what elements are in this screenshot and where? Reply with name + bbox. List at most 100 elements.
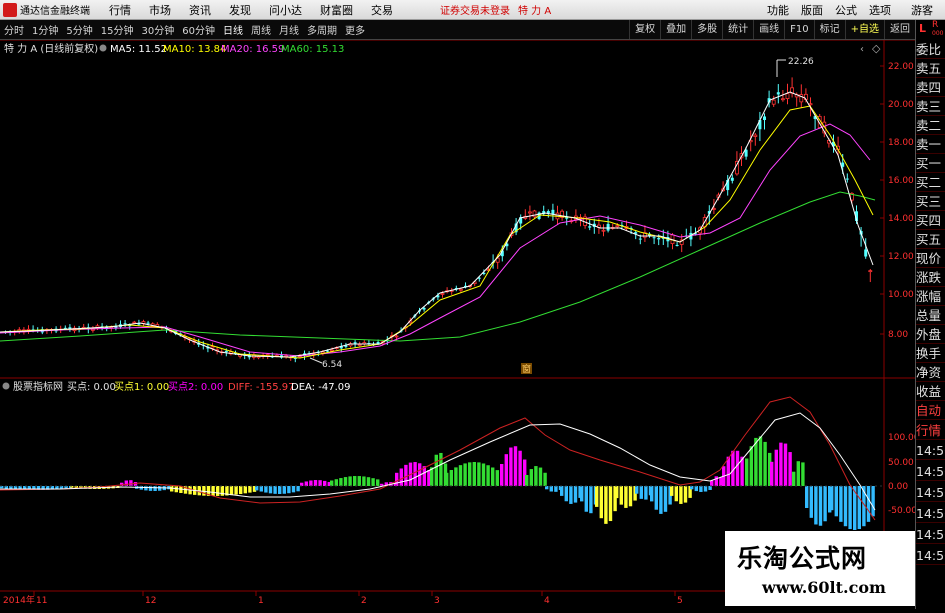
histogram-bar: [694, 486, 698, 492]
price-axis: 22.00 20.00 18.00 16.00 14.00 12.00 10.0…: [888, 62, 914, 340]
histogram-bar: [708, 486, 712, 490]
mark-button[interactable]: 标记: [813, 20, 845, 39]
back-button[interactable]: 返回: [884, 20, 915, 39]
histogram-bar: [809, 486, 813, 518]
period-5min[interactable]: 5分钟: [62, 22, 96, 37]
panel-item: 外盘: [916, 325, 945, 344]
panel-item: 14:50: [916, 506, 945, 523]
legend-settings-icon[interactable]: [99, 44, 107, 52]
period-1min[interactable]: 1分钟: [28, 22, 62, 37]
toolbar-right-group: 复权 叠加 多股 统计 画线 F10 标记 +自选 返回: [629, 20, 915, 39]
ma10-legend: MA10: 13.84: [163, 44, 226, 55]
histogram-bar: [871, 486, 875, 517]
indicator-settings-icon[interactable]: [2, 382, 10, 390]
candle-body: [601, 229, 606, 232]
histogram-bar: [509, 447, 513, 486]
ma60-legend: MA60: 15.13: [281, 44, 344, 55]
candle-body: [808, 103, 813, 106]
panel-item: 委比: [916, 40, 945, 59]
histogram-bar: [543, 472, 547, 486]
candle-body: [776, 92, 780, 95]
histogram-bar: [580, 486, 584, 502]
candle-body: [353, 342, 357, 344]
menu-formula[interactable]: 公式: [829, 2, 863, 18]
guest-label[interactable]: 游客: [911, 2, 945, 18]
chart-area[interactable]: 特 力 A (日线前复权) MA5: 11.52 MA10: 13.84 MA2…: [0, 39, 920, 609]
histogram-bar: [500, 464, 504, 486]
period-multi[interactable]: 多周期: [303, 22, 341, 37]
period-daily[interactable]: 日线: [219, 22, 247, 37]
candle-body: [785, 93, 790, 99]
histogram-bar: [343, 477, 348, 486]
buy-point-legend: 买点: 0.00: [67, 381, 116, 393]
f10-button[interactable]: F10: [784, 20, 813, 39]
menu-trade[interactable]: 交易: [362, 2, 402, 18]
histogram-bar: [273, 486, 277, 494]
panel-item: 卖二: [916, 116, 945, 135]
panel-item: 14:50: [916, 527, 945, 544]
chart-svg[interactable]: 特 力 A (日线前复权) MA5: 11.52 MA10: 13.84 MA2…: [0, 39, 920, 609]
buy-point1-legend: 买点1: 0.00: [114, 381, 169, 393]
indicator-tick: 50.00: [888, 458, 914, 468]
chart-option-icon[interactable]: ‹: [860, 44, 864, 55]
period-intraday[interactable]: 分时: [0, 22, 28, 37]
histogram-bar: [124, 480, 128, 486]
histogram-bar: [330, 480, 334, 486]
histogram-bar: [779, 442, 783, 486]
period-monthly[interactable]: 月线: [275, 22, 303, 37]
price-tick: 18.00: [888, 138, 914, 148]
menu-layout[interactable]: 版面: [795, 2, 829, 18]
menu-ask[interactable]: 问小达: [260, 2, 311, 18]
period-30min[interactable]: 30分钟: [137, 22, 178, 37]
menu-market[interactable]: 市场: [140, 2, 180, 18]
restore-rights-button[interactable]: 复权: [629, 20, 660, 39]
histogram-bar: [635, 486, 639, 494]
period-weekly[interactable]: 周线: [247, 22, 275, 37]
chart-collapse-icon[interactable]: ◇: [872, 42, 881, 55]
histogram-bar: [313, 480, 318, 486]
panel-item: 卖四: [916, 78, 945, 97]
histogram-bar: [477, 462, 481, 486]
histogram-bar: [148, 486, 153, 491]
period-more[interactable]: 更多: [341, 22, 369, 37]
histogram-bar: [468, 462, 472, 486]
histogram-bar: [525, 475, 529, 486]
histogram-bar: [296, 486, 300, 492]
histogram-bar: [144, 486, 148, 491]
draw-line-button[interactable]: 画线: [753, 20, 784, 39]
histogram-bar: [366, 477, 371, 486]
menu-function[interactable]: 功能: [761, 2, 795, 18]
menu-wealth[interactable]: 财富圈: [311, 2, 362, 18]
multi-stock-button[interactable]: 多股: [691, 20, 722, 39]
histogram-bar: [255, 486, 259, 491]
watermark-title: 乐淘公式网: [737, 544, 868, 573]
menu-news[interactable]: 资讯: [180, 2, 220, 18]
panel-item: 买五: [916, 230, 945, 249]
overlay-button[interactable]: 叠加: [660, 20, 691, 39]
login-status[interactable]: 证券交易未登录: [440, 2, 510, 17]
histogram-bar: [422, 466, 426, 486]
panel-item: 卖三: [916, 97, 945, 116]
histogram-bar: [699, 486, 703, 492]
panel-item: 收益: [916, 382, 945, 401]
menu-quotes[interactable]: 行情: [100, 2, 140, 18]
histogram-bar: [584, 486, 588, 512]
statistics-button[interactable]: 统计: [722, 20, 753, 39]
menu-options[interactable]: 选项: [863, 2, 897, 18]
add-watchlist-button[interactable]: +自选: [844, 20, 884, 39]
histogram-bar: [726, 456, 730, 486]
x-axis: 2014年 11 12 1 2 3 4 5: [3, 594, 683, 606]
histogram-bar: [495, 470, 499, 486]
histogram-bar: [357, 476, 361, 486]
period-60min[interactable]: 60分钟: [178, 22, 219, 37]
x-label: 5: [677, 596, 683, 606]
high-label: 22.26: [788, 57, 814, 67]
menu-discover[interactable]: 发现: [220, 2, 260, 18]
period-15min[interactable]: 15分钟: [97, 22, 138, 37]
panel-item: 买二: [916, 173, 945, 192]
histogram-bar: [362, 476, 366, 486]
histogram-bar: [268, 486, 273, 494]
x-label: 1: [258, 596, 264, 606]
candle-body: [91, 328, 95, 331]
histogram-bar: [376, 479, 380, 486]
